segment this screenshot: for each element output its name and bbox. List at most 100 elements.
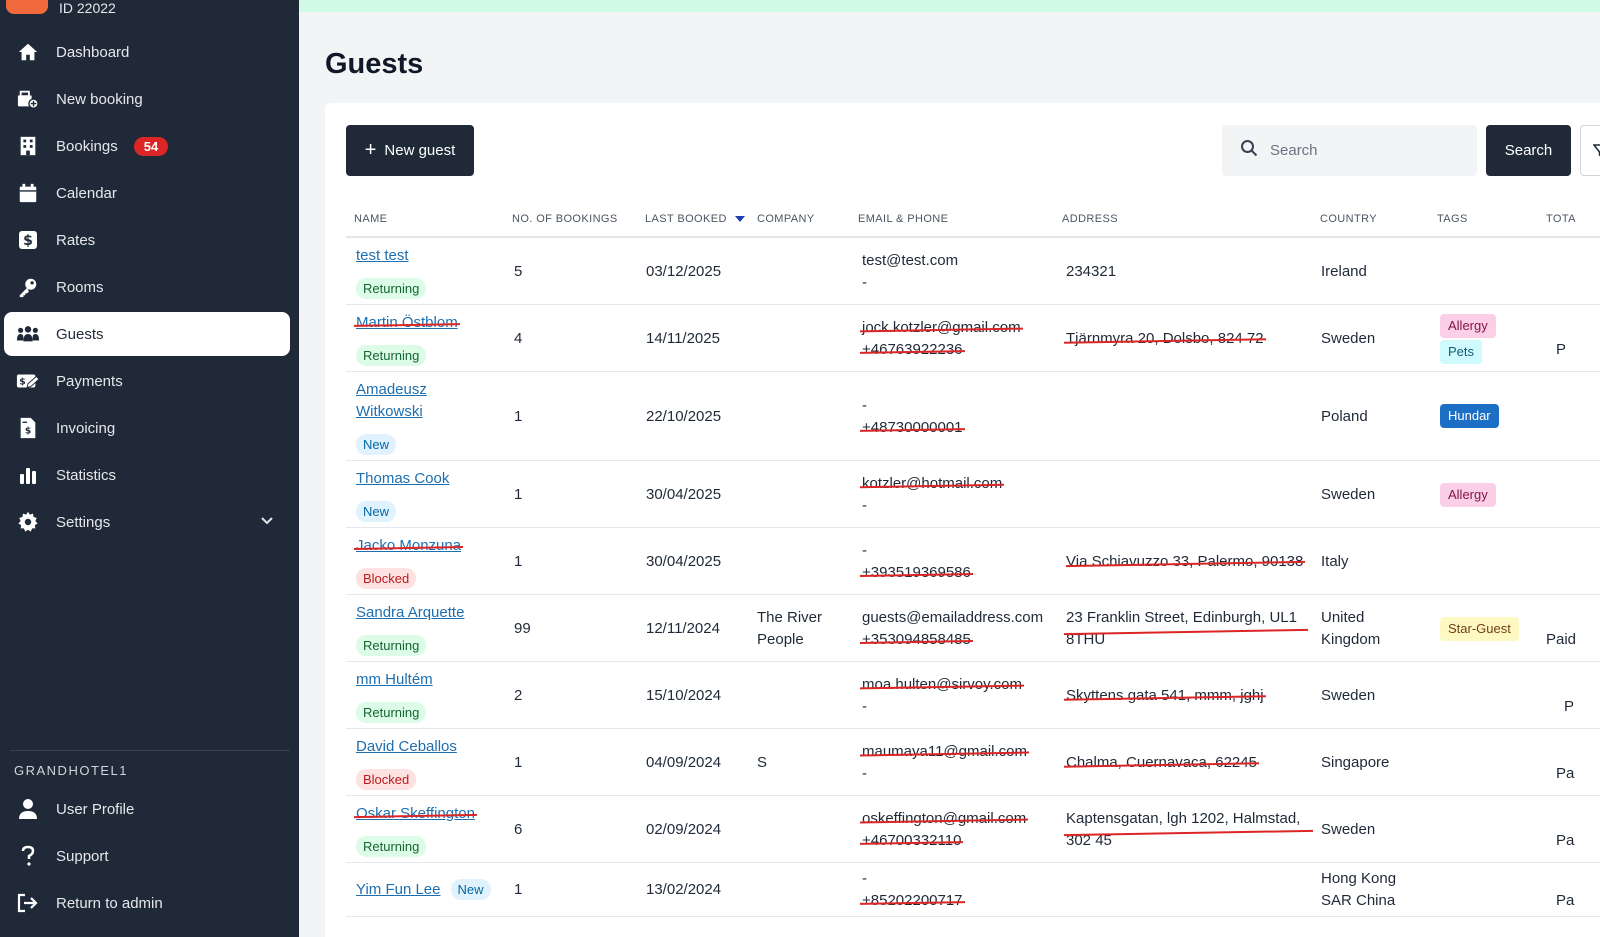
guest-name-link[interactable]: mm Hultém: [356, 671, 433, 688]
guests-card: + New guest Search NAME NO. OF BOOKINGS …: [325, 103, 1600, 937]
guest-country: Sweden: [1321, 330, 1376, 347]
table-row[interactable]: David Ceballos Blocked 1 04/09/2024 S ma…: [346, 729, 1600, 796]
guest-email: -: [862, 870, 867, 887]
calendar-icon: [16, 181, 40, 205]
people-icon: [16, 322, 40, 346]
guest-phone: +46763922236: [862, 339, 963, 361]
column-header-country[interactable]: COUNTRY: [1320, 203, 1377, 236]
svg-text:$: $: [19, 377, 25, 388]
guest-phone: +393519369586: [862, 562, 971, 584]
tag-badge: Hundar: [1440, 404, 1499, 428]
filter-button[interactable]: [1580, 125, 1600, 176]
plus-icon: +: [364, 139, 377, 161]
table-header: NAME NO. OF BOOKINGS LAST BOOKED COMPANY…: [346, 203, 1600, 238]
column-header-bookings[interactable]: NO. OF BOOKINGS: [512, 203, 618, 236]
sidebar-item-rates[interactable]: $ Rates: [4, 218, 290, 262]
sort-desc-icon: [734, 216, 745, 223]
guest-total: P: [1556, 341, 1567, 358]
guest-email: jock.kotzler@gmail.com: [862, 317, 1021, 339]
dollar-icon: $: [16, 228, 40, 252]
guest-total: Pa: [1556, 892, 1575, 909]
sidebar-item-calendar[interactable]: Calendar: [4, 171, 290, 215]
column-header-tags[interactable]: TAGS: [1437, 203, 1468, 236]
payment-icon: $: [16, 369, 40, 393]
last-booked-date: 12/11/2024: [646, 620, 720, 637]
last-booked-date: 30/04/2025: [646, 486, 722, 503]
guest-email: moa.hulten@sirvoy.com: [862, 674, 1022, 696]
guest-name-link[interactable]: Jacko Monzuna: [356, 535, 461, 557]
table-row[interactable]: Jacko Monzuna Blocked 1 30/04/2025 - +39…: [346, 528, 1600, 595]
sidebar-item-label: Payments: [56, 372, 123, 390]
guest-total: Pa: [1556, 832, 1575, 849]
sidebar-item-dashboard[interactable]: Dashboard: [4, 30, 290, 74]
sidebar-item-settings[interactable]: Settings: [4, 500, 290, 544]
chevron-down-icon[interactable]: [260, 513, 274, 532]
sidebar: ID 22022 Dashboard New booking Bookings …: [0, 0, 299, 937]
last-booked-date: 13/02/2024: [646, 881, 722, 898]
guest-name-link[interactable]: Martin Östblom: [356, 312, 458, 334]
invoice-icon: $: [16, 416, 40, 440]
column-header-total[interactable]: TOTA: [1546, 203, 1576, 236]
last-booked-date: 03/12/2025: [646, 263, 722, 280]
sidebar-item-return-to-admin[interactable]: Return to admin: [4, 881, 290, 925]
guest-phone: -: [862, 698, 867, 715]
column-header-company[interactable]: COMPANY: [757, 203, 815, 236]
guest-total: P: [1564, 698, 1575, 715]
page-title: Guests: [325, 48, 424, 80]
sidebar-item-guests[interactable]: Guests: [4, 312, 290, 356]
guest-name-link[interactable]: Amadeusz Witkowski: [356, 381, 427, 420]
last-booked-date: 04/09/2024: [646, 754, 722, 771]
guest-name-link[interactable]: Sandra Arquette: [356, 604, 464, 621]
search-button[interactable]: Search: [1486, 125, 1571, 176]
table-row[interactable]: Oskar Skeffington Returning 6 02/09/2024…: [346, 796, 1600, 863]
table-row[interactable]: test test Returning 5 03/12/2025 test@te…: [346, 238, 1600, 305]
sidebar-item-label: Calendar: [56, 184, 117, 202]
sidebar-item-new-booking[interactable]: New booking: [4, 77, 290, 121]
guest-name-link[interactable]: Thomas Cook: [356, 470, 449, 487]
table-row[interactable]: Martin Östblom Returning 4 14/11/2025 jo…: [346, 305, 1600, 372]
guests-table-body: test test Returning 5 03/12/2025 test@te…: [346, 238, 1600, 917]
guest-name-link[interactable]: Oskar Skeffington: [356, 803, 475, 825]
new-booking-icon: [16, 87, 40, 111]
guest-email: -: [862, 397, 867, 414]
bookings-count: 1: [514, 553, 523, 570]
new-guest-button[interactable]: + New guest: [346, 125, 474, 176]
gear-icon: [16, 510, 40, 534]
table-row[interactable]: Sandra Arquette Returning 99 12/11/2024 …: [346, 595, 1600, 662]
sidebar-item-label: Dashboard: [56, 43, 130, 61]
guest-name-link[interactable]: Yim Fun Lee: [356, 881, 441, 898]
exit-icon: [16, 891, 40, 915]
guest-address: Tjärnmyra 20, Dolsbo, 824 72: [1066, 328, 1264, 350]
app-logo[interactable]: [6, 0, 48, 14]
last-booked-date: 22/10/2025: [646, 408, 722, 425]
search-input[interactable]: [1270, 142, 1450, 159]
sidebar-item-support[interactable]: Support: [4, 834, 290, 878]
sidebar-item-invoicing[interactable]: $ Invoicing: [4, 406, 290, 450]
sidebar-item-bookings[interactable]: Bookings 54: [4, 124, 290, 168]
column-header-last-booked[interactable]: LAST BOOKED: [645, 203, 745, 236]
table-row[interactable]: Amadeusz Witkowski New 1 22/10/2025 - +4…: [346, 372, 1600, 461]
status-badge: Blocked: [356, 769, 417, 790]
sidebar-item-statistics[interactable]: Statistics: [4, 453, 290, 497]
column-header-address[interactable]: ADDRESS: [1062, 203, 1118, 236]
bookings-count-badge: 54: [133, 136, 169, 156]
bookings-count: 1: [514, 408, 523, 425]
sidebar-item-rooms[interactable]: Rooms: [4, 265, 290, 309]
sidebar-nav: Dashboard New booking Bookings 54 Calend…: [0, 30, 299, 547]
bookings-count: 99: [514, 620, 531, 637]
column-header-email-phone[interactable]: EMAIL & PHONE: [858, 203, 948, 236]
home-icon: [16, 40, 40, 64]
sidebar-item-payments[interactable]: $ Payments: [4, 359, 290, 403]
status-badge: Returning: [356, 278, 427, 299]
property-header: ID 22022: [0, 0, 299, 20]
new-guest-button-label: New guest: [384, 142, 456, 159]
guest-name-link[interactable]: test test: [356, 247, 409, 264]
table-row[interactable]: Thomas Cook New 1 30/04/2025 kotzler@hot…: [346, 461, 1600, 528]
guest-address: Chalma, Cuernavaca, 62245: [1066, 752, 1257, 774]
table-row[interactable]: mm Hultém Returning 2 15/10/2024 moa.hul…: [346, 662, 1600, 729]
column-header-name[interactable]: NAME: [354, 203, 387, 236]
sidebar-item-label: Settings: [56, 513, 111, 531]
guest-name-link[interactable]: David Ceballos: [356, 738, 457, 755]
table-row[interactable]: Yim Fun Lee New 1 13/02/2024 - +852022007…: [346, 863, 1600, 917]
sidebar-item-user-profile[interactable]: User Profile: [4, 787, 290, 831]
